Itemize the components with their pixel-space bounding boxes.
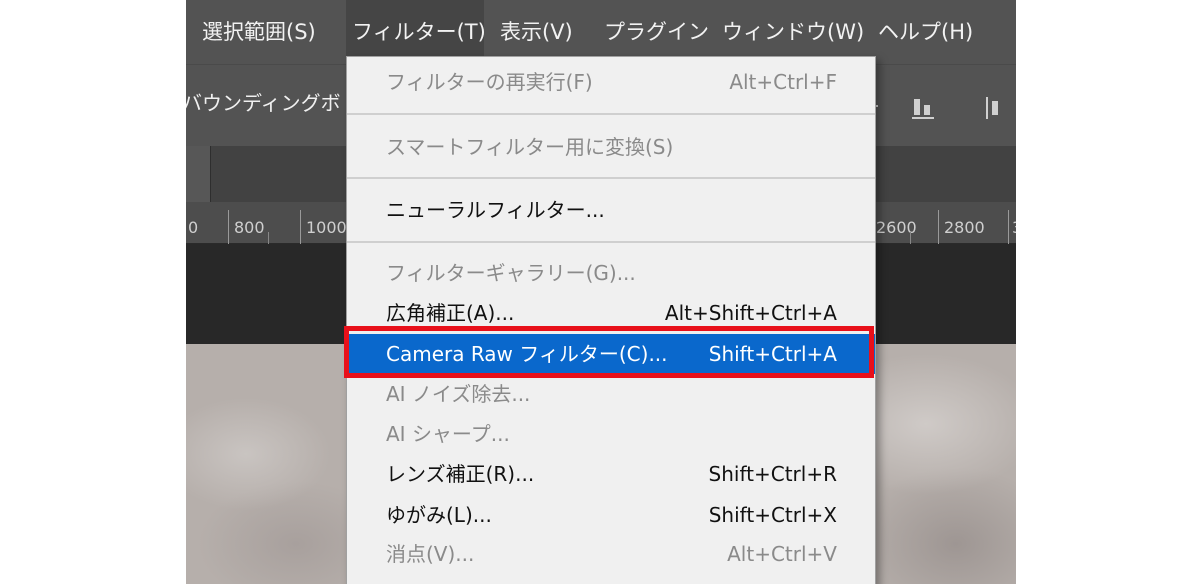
menu-window[interactable]: ウィンドウ(W) bbox=[716, 0, 870, 64]
ruler-tick bbox=[268, 232, 269, 244]
menu-item-label: ニューラルフィルター... bbox=[386, 198, 605, 222]
menu-item-shortcut: Shift+Ctrl+R bbox=[708, 462, 837, 486]
menu-item-label: フィルターギャラリー(G)... bbox=[386, 261, 636, 285]
menu-item-shortcut: Shift+Ctrl+A bbox=[708, 342, 837, 366]
menu-separator bbox=[347, 241, 875, 243]
filter-menu-dropdown: フィルターの再実行(F) Alt+Ctrl+F スマートフィルター用に変換(S)… bbox=[346, 56, 876, 584]
menu-item-liquify[interactable]: ゆがみ(L)... Shift+Ctrl+X bbox=[347, 495, 875, 535]
menu-item-reapply-filter[interactable]: フィルターの再実行(F) Alt+Ctrl+F bbox=[347, 62, 875, 102]
menu-item-label: AI ノイズ除去... bbox=[386, 382, 531, 406]
menu-item-label: Camera Raw フィルター(C)... bbox=[386, 342, 668, 366]
menu-item-adaptive-wide-angle[interactable]: 広角補正(A)... Alt+Shift+Ctrl+A bbox=[347, 293, 875, 333]
ruler-tick bbox=[228, 210, 229, 244]
align-left-edges-icon[interactable] bbox=[984, 93, 1008, 121]
menu-item-label: 広角補正(A)... bbox=[386, 301, 515, 325]
menu-item-label: 消点(V)... bbox=[386, 542, 475, 566]
ruler-label: 0 bbox=[188, 218, 199, 237]
menu-item-label: スマートフィルター用に変換(S) bbox=[386, 135, 674, 159]
ruler-tick bbox=[300, 210, 301, 244]
menu-select[interactable]: 選択範囲(S) bbox=[196, 0, 322, 64]
photoshop-window: 選択範囲(S) フィルター(T) 表示(V) プラグイン ウィンドウ(W) ヘル… bbox=[186, 0, 1016, 584]
menu-item-shortcut: Shift+Ctrl+X bbox=[708, 503, 837, 527]
menu-item-ai-denoise[interactable]: AI ノイズ除去... bbox=[347, 374, 875, 414]
ruler-tick bbox=[910, 232, 911, 244]
ruler-label: 3 bbox=[1012, 218, 1016, 237]
menu-separator bbox=[347, 113, 875, 115]
ruler-label: 2800 bbox=[944, 218, 985, 237]
menu-item-neural-filters[interactable]: ニューラルフィルター... bbox=[347, 190, 875, 230]
align-bottom-icon[interactable] bbox=[912, 93, 936, 121]
document-tab[interactable] bbox=[186, 146, 211, 202]
menu-item-convert-smart-filter[interactable]: スマートフィルター用に変換(S) bbox=[347, 127, 875, 167]
ruler-label: 800 bbox=[234, 218, 265, 237]
menu-separator bbox=[347, 177, 875, 179]
menu-item-label: ゆがみ(L)... bbox=[386, 503, 492, 527]
ruler-tick bbox=[938, 210, 939, 244]
ruler-tick bbox=[1008, 210, 1009, 244]
show-bounding-box-label[interactable]: バウンディングボ bbox=[186, 87, 341, 116]
menu-item-filter-gallery[interactable]: フィルターギャラリー(G)... bbox=[347, 253, 875, 293]
menu-help[interactable]: ヘルプ(H) bbox=[872, 0, 979, 64]
menu-item-label: フィルターの再実行(F) bbox=[386, 70, 593, 94]
menu-item-shortcut: Alt+Shift+Ctrl+A bbox=[664, 301, 837, 325]
menu-item-vanishing-point[interactable]: 消点(V)... Alt+Ctrl+V bbox=[347, 534, 875, 574]
menu-item-camera-raw-filter[interactable]: Camera Raw フィルター(C)... Shift+Ctrl+A bbox=[347, 334, 875, 374]
menu-filter[interactable]: フィルター(T) bbox=[346, 0, 486, 64]
menu-item-shortcut: Alt+Ctrl+F bbox=[729, 70, 837, 94]
menu-item-label: レンズ補正(R)... bbox=[386, 462, 535, 486]
menu-item-lens-correction[interactable]: レンズ補正(R)... Shift+Ctrl+R bbox=[347, 454, 875, 494]
menu-item-ai-sharpen[interactable]: AI シャープ... bbox=[347, 414, 875, 454]
ruler-label: 1000 bbox=[306, 218, 347, 237]
menu-plugins[interactable]: プラグイン bbox=[598, 0, 715, 64]
menu-item-shortcut: Alt+Ctrl+V bbox=[727, 542, 837, 566]
menu-bar: 選択範囲(S) フィルター(T) 表示(V) プラグイン ウィンドウ(W) ヘル… bbox=[186, 0, 1016, 64]
menu-view[interactable]: 表示(V) bbox=[494, 0, 579, 64]
menu-item-label: AI シャープ... bbox=[386, 422, 510, 446]
